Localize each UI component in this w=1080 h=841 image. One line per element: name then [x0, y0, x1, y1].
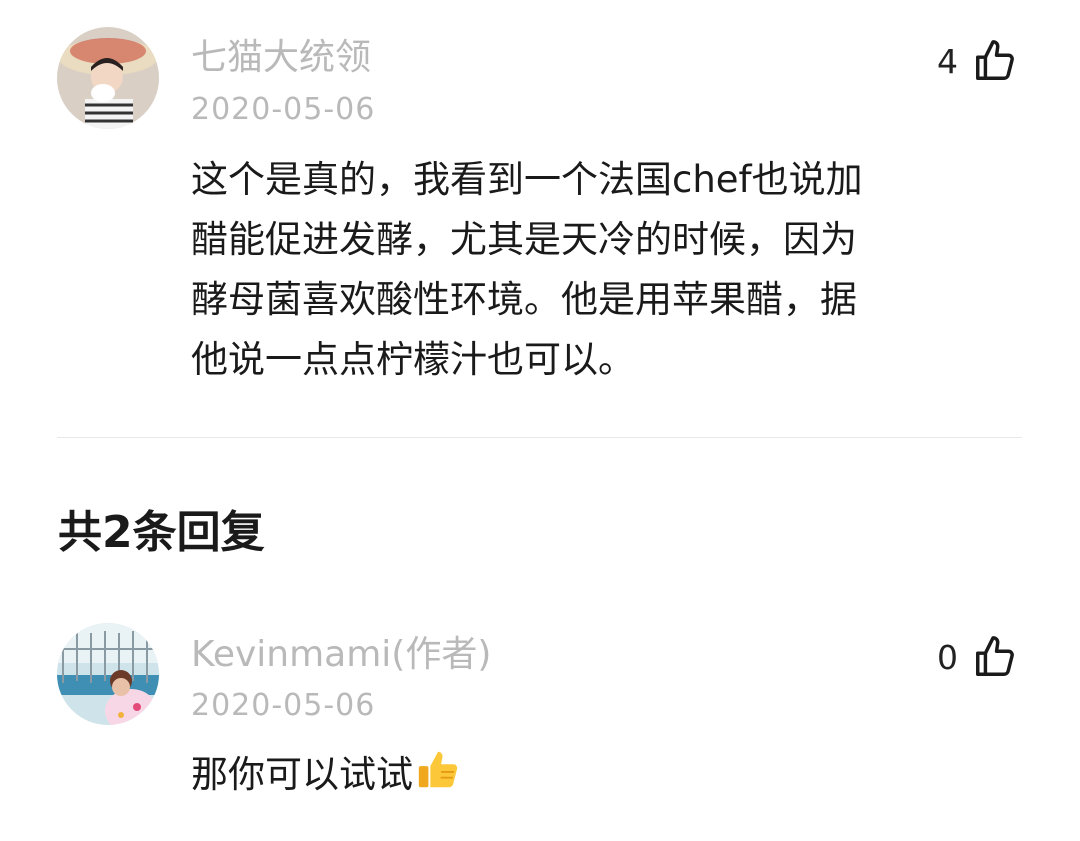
- divider: [57, 437, 1022, 438]
- comment-username[interactable]: 七猫大统领: [191, 40, 371, 76]
- replies-header: 共2条回复: [58, 507, 265, 558]
- avatar[interactable]: [57, 623, 159, 725]
- like-button[interactable]: 4: [937, 36, 1018, 86]
- thumbs-up-outline-icon: [976, 40, 1014, 80]
- avatar-photo: [57, 27, 159, 129]
- avatar[interactable]: [57, 27, 159, 129]
- like-count: 0: [937, 637, 958, 677]
- reply-text: 那你可以试试: [191, 745, 461, 805]
- reply-text-content: 那你可以试试: [191, 753, 413, 796]
- comment-text-line: 醋能促进发酵，尤其是天冷的时候，因为: [191, 218, 857, 261]
- thumbs-up-outline-icon: [976, 636, 1014, 676]
- comment-date: 2020-05-06: [191, 92, 376, 127]
- reply-date: 2020-05-06: [191, 688, 376, 723]
- like-button[interactable]: 0: [937, 632, 1018, 682]
- comment-text-line: 酵母菌喜欢酸性环境。他是用苹果醋，据: [191, 278, 857, 321]
- comment-text: 这个是真的，我看到一个法国chef也说加 醋能促进发酵，尤其是天冷的时候，因为 …: [191, 150, 863, 390]
- like-count: 4: [937, 41, 958, 81]
- reply-username[interactable]: Kevinmami(作者): [191, 637, 491, 673]
- avatar-photo: [57, 623, 159, 725]
- comment-text-line: 这个是真的，我看到一个法国chef也说加: [191, 158, 863, 201]
- thumbs-up-emoji-icon: [418, 751, 458, 788]
- comment-text-line: 他说一点点柠檬汁也可以。: [191, 338, 635, 381]
